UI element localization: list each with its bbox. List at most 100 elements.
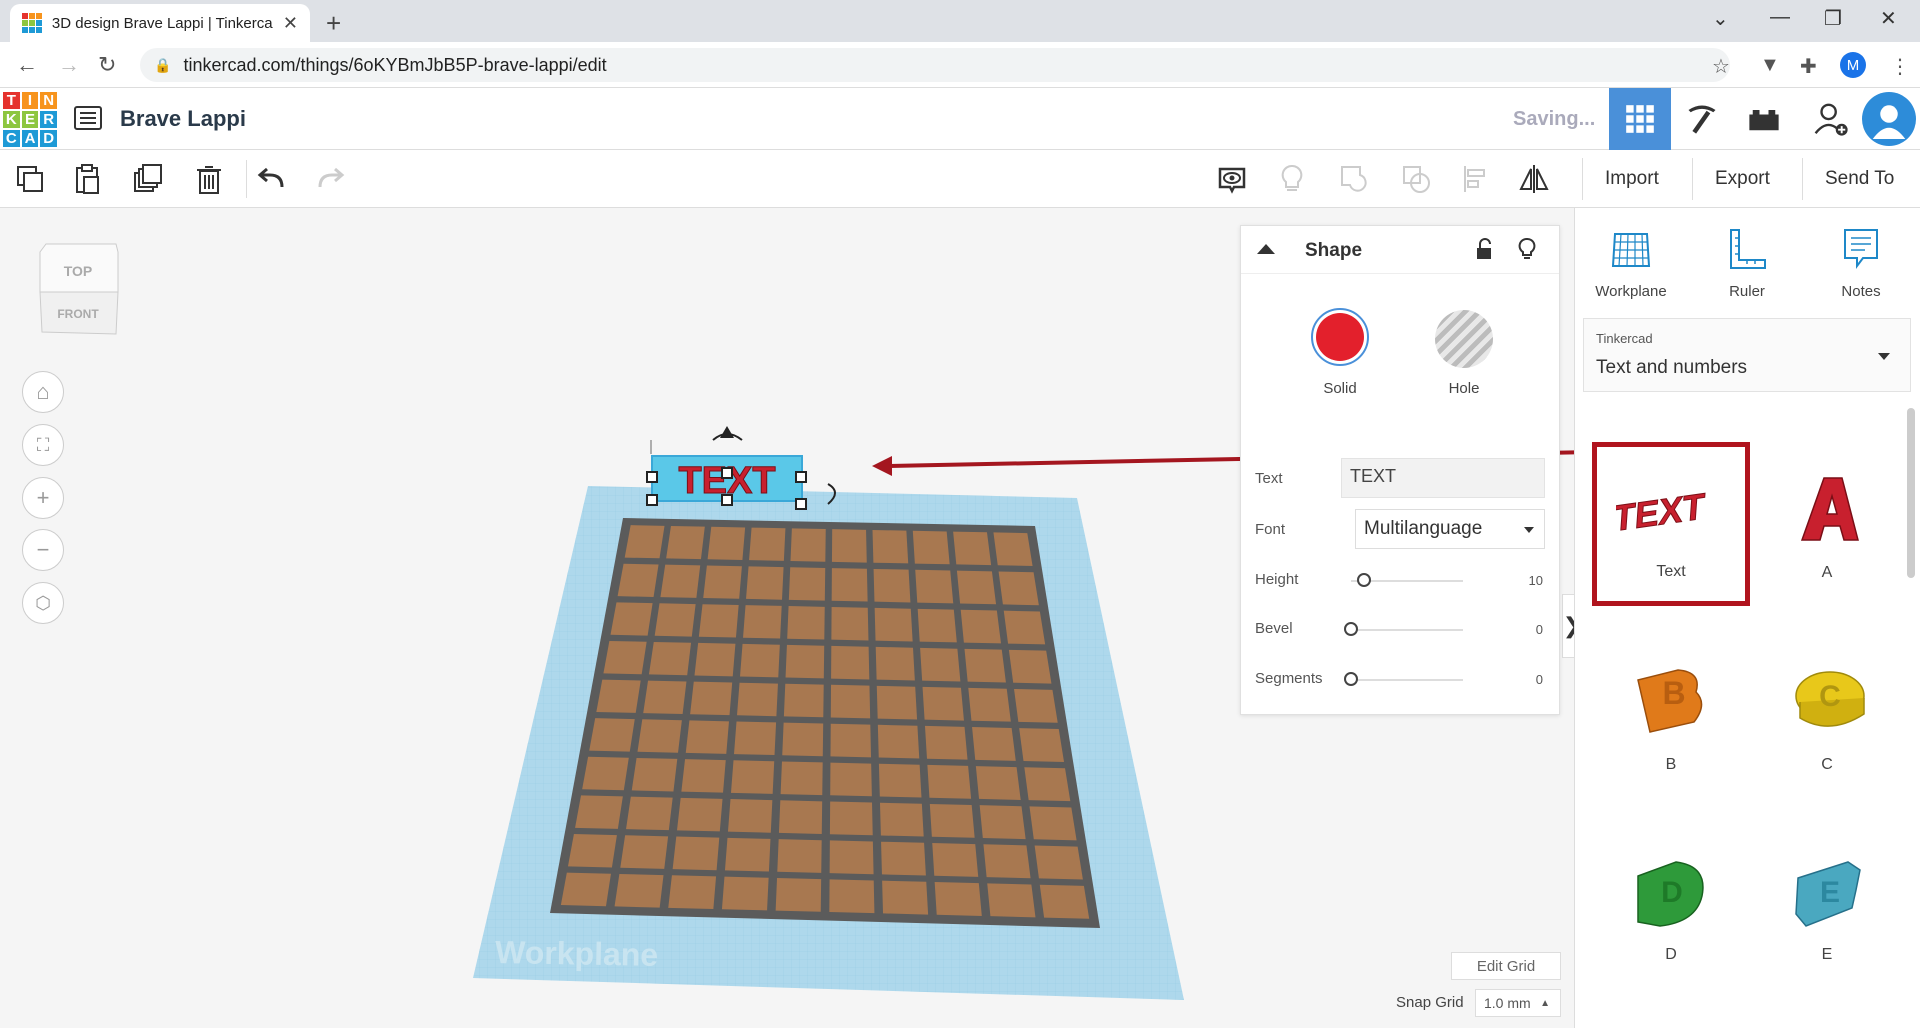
grid-tile[interactable] <box>829 801 873 836</box>
grid-tile[interactable] <box>1008 649 1052 684</box>
edit-grid-button[interactable]: Edit Grid <box>1451 952 1561 980</box>
grid-tile[interactable] <box>993 532 1033 566</box>
grid-tile[interactable] <box>831 529 867 563</box>
url-field[interactable]: 🔒 tinkercad.com/things/6oKYBmJbB5P-brave… <box>140 48 1730 82</box>
grid-tile[interactable] <box>927 764 972 799</box>
back-icon[interactable]: ← <box>16 52 38 78</box>
grid-tile[interactable] <box>1024 767 1071 802</box>
shape-c[interactable]: C C <box>1757 640 1897 790</box>
panel-collapse-toggle[interactable]: ❯ <box>1562 594 1574 658</box>
grid-tile[interactable] <box>575 795 623 829</box>
align-button[interactable] <box>1456 160 1496 198</box>
shape-text[interactable]: TEXT Text <box>1592 442 1750 606</box>
grid-tile[interactable] <box>698 604 739 638</box>
snap-grid-select[interactable]: 1.0 mm ▲ <box>1475 989 1561 1017</box>
grid-tile[interactable] <box>877 724 920 759</box>
bricks-button[interactable] <box>1733 88 1795 150</box>
grid-tile[interactable] <box>924 725 968 760</box>
grid-tile[interactable] <box>666 525 705 560</box>
solid-color-button[interactable] <box>1311 308 1369 366</box>
grid-tile[interactable] <box>876 685 918 720</box>
grid-tile[interactable] <box>648 641 692 676</box>
paste-button[interactable] <box>68 160 108 198</box>
import-button[interactable]: Import <box>1582 158 1681 200</box>
notes-tool[interactable]: Notes <box>1811 226 1911 300</box>
duplicate-button[interactable] <box>128 160 168 198</box>
shape-e[interactable]: E E <box>1757 830 1897 980</box>
collapse-caret-icon[interactable] <box>1257 244 1275 254</box>
user-avatar[interactable] <box>1862 92 1916 146</box>
grid-tile[interactable] <box>829 879 875 914</box>
profile-avatar[interactable]: M <box>1840 52 1866 78</box>
invite-collaborator-button[interactable] <box>1800 88 1862 150</box>
grid-tile[interactable] <box>620 835 669 869</box>
minimize-icon[interactable]: — <box>1770 6 1790 29</box>
3d-view-button[interactable] <box>1609 88 1671 150</box>
grid-tile[interactable] <box>912 530 950 565</box>
lift-handle[interactable] <box>720 426 734 438</box>
send-to-button[interactable]: Send To <box>1802 158 1916 200</box>
design-name[interactable]: Brave Lappi <box>120 106 246 132</box>
grid-tile[interactable] <box>668 875 717 909</box>
grid-tile[interactable] <box>831 568 868 602</box>
grid-tile[interactable] <box>783 683 824 718</box>
grid-tile[interactable] <box>882 880 929 915</box>
grid-tile[interactable] <box>582 756 629 791</box>
ungroup-button[interactable] <box>1396 160 1436 198</box>
grid-tile[interactable] <box>934 882 982 916</box>
ruler-tool[interactable]: Ruler <box>1697 226 1797 300</box>
grid-tile[interactable] <box>979 805 1026 840</box>
grid-tile[interactable] <box>879 802 924 837</box>
sidebar-scrollbar[interactable] <box>1907 408 1915 578</box>
new-tab-icon[interactable]: + <box>326 8 341 39</box>
grid-tile[interactable] <box>929 803 975 838</box>
grid-tile[interactable] <box>830 684 871 719</box>
grid-tile[interactable] <box>972 727 1016 761</box>
grid-tile[interactable] <box>676 797 723 832</box>
grid-tile[interactable] <box>872 529 909 564</box>
grid-tile[interactable] <box>589 718 635 752</box>
copy-button[interactable] <box>10 160 50 198</box>
grid-tile[interactable] <box>596 679 641 713</box>
height-slider-knob[interactable] <box>1357 573 1372 587</box>
grid-tile[interactable] <box>560 872 611 907</box>
grid-tile[interactable] <box>672 836 720 871</box>
design-list-icon[interactable] <box>74 106 102 130</box>
grid-tile[interactable] <box>975 766 1021 800</box>
grid-tile[interactable] <box>960 609 1001 644</box>
grid-tile[interactable] <box>785 644 825 679</box>
bevel-slider-knob[interactable] <box>1344 622 1358 636</box>
shape-d[interactable]: D D <box>1601 830 1741 980</box>
grid-tile[interactable] <box>987 883 1036 918</box>
browser-menu-icon[interactable]: ⋮ <box>1890 54 1910 79</box>
reload-icon[interactable]: ↻ <box>98 52 116 78</box>
grid-tile[interactable] <box>626 796 673 831</box>
grid-tile[interactable] <box>830 762 872 797</box>
grid-tile[interactable] <box>788 567 826 601</box>
grid-tile[interactable] <box>654 603 696 637</box>
hole-button[interactable] <box>1435 310 1493 368</box>
grid-tile[interactable] <box>873 568 911 603</box>
grid-tile[interactable] <box>777 839 822 873</box>
grid-tile[interactable] <box>749 527 786 561</box>
grid-tile[interactable] <box>610 602 653 636</box>
grid-tile[interactable] <box>743 605 782 639</box>
workplane-tool[interactable]: Workplane <box>1581 226 1681 300</box>
grid-tile[interactable] <box>690 681 733 716</box>
tab-search-icon[interactable]: ⌄ <box>1712 6 1729 31</box>
grid-tile[interactable] <box>746 566 784 600</box>
grid-tile[interactable] <box>614 873 664 908</box>
grid-tile[interactable] <box>637 719 682 753</box>
grid-tile[interactable] <box>1029 806 1077 841</box>
grid-tile[interactable] <box>964 648 1006 683</box>
grid-tile[interactable] <box>829 840 874 875</box>
grid-tile[interactable] <box>787 606 825 640</box>
tab-close-icon[interactable]: ✕ <box>283 13 298 34</box>
grid-tile[interactable] <box>956 570 997 605</box>
grid-tile[interactable] <box>643 680 687 715</box>
grid-tile[interactable] <box>915 569 954 604</box>
grid-tile[interactable] <box>874 607 913 642</box>
browser-tab[interactable]: 3D design Brave Lappi | Tinkercad ✕ <box>10 4 310 42</box>
segments-slider-knob[interactable] <box>1344 672 1358 686</box>
grid-tile[interactable] <box>740 643 780 678</box>
